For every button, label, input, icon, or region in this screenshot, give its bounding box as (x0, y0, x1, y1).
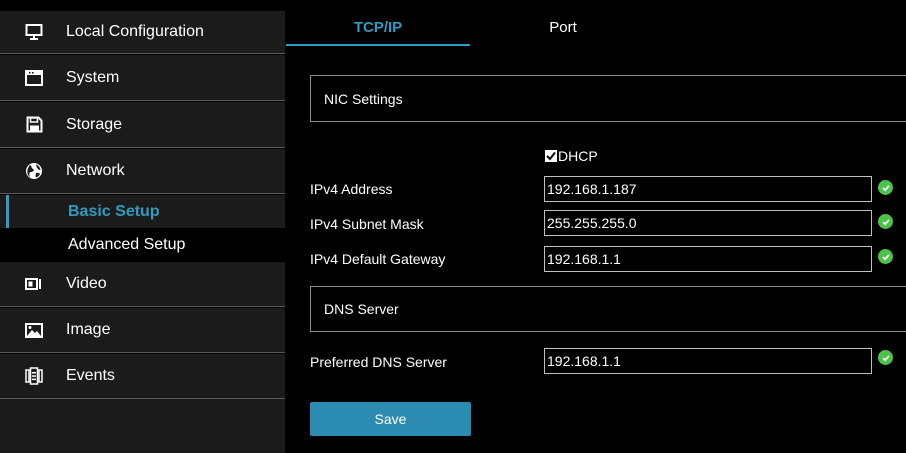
save-button[interactable]: Save (310, 402, 471, 436)
ipv4-subnet-label: IPv4 Subnet Mask (310, 216, 424, 232)
main-panel: TCP/IP Port NIC Settings DHCP IPv4 Addre… (286, 0, 906, 453)
sidebar-item-local-configuration[interactable]: Local Configuration (0, 11, 285, 54)
sidebar-item-events[interactable]: Events (0, 354, 285, 399)
events-list-icon (24, 366, 44, 386)
nic-settings-section: NIC Settings (310, 75, 906, 122)
sidebar-item-label: Network (66, 162, 125, 179)
dhcp-label: DHCP (558, 148, 598, 164)
sidebar-item-network[interactable]: Network (0, 149, 285, 194)
nic-settings-title: NIC Settings (324, 90, 403, 107)
sidebar-item-label: Image (66, 321, 111, 338)
sidebar-item-storage[interactable]: Storage (0, 102, 285, 148)
sidebar-subitem-label: Basic Setup (68, 202, 160, 220)
ipv4-address-label: IPv4 Address (310, 181, 393, 197)
sidebar-subitem-basic-setup[interactable]: Basic Setup (0, 195, 285, 228)
video-camera-icon (24, 274, 44, 294)
tab-port[interactable]: Port (470, 8, 656, 46)
sidebar-subitem-label: Advanced Setup (68, 236, 186, 253)
dns-server-section: DNS Server (310, 286, 906, 332)
sidebar-footer (0, 399, 285, 453)
valid-check-icon (878, 249, 893, 264)
sidebar-item-image[interactable]: Image (0, 308, 285, 353)
sidebar: Local Configuration System Storage Netwo… (0, 0, 285, 453)
image-icon (24, 320, 44, 340)
system-window-icon (24, 68, 44, 88)
sidebar-item-label: System (66, 68, 120, 86)
sidebar-subitem-advanced-setup[interactable]: Advanced Setup (0, 229, 285, 261)
sidebar-item-label: Storage (66, 115, 123, 133)
monitor-icon (24, 22, 44, 42)
sidebar-item-video[interactable]: Video (0, 262, 285, 307)
sidebar-item-label: Video (66, 275, 107, 292)
valid-check-icon (878, 350, 893, 365)
ipv4-subnet-input[interactable] (544, 210, 872, 236)
globe-icon (24, 161, 44, 181)
dhcp-checkbox[interactable]: DHCP (545, 148, 598, 164)
valid-check-icon (878, 214, 893, 229)
ipv4-gateway-label: IPv4 Default Gateway (310, 251, 446, 267)
checkbox-checked-icon (545, 150, 557, 162)
ipv4-gateway-input[interactable] (544, 246, 872, 272)
sidebar-item-system[interactable]: System (0, 55, 285, 101)
sidebar-item-label: Local Configuration (66, 23, 204, 40)
save-disk-icon (24, 115, 44, 135)
tab-tcpip[interactable]: TCP/IP (286, 8, 470, 46)
preferred-dns-label: Preferred DNS Server (310, 354, 447, 370)
preferred-dns-input[interactable] (544, 348, 872, 374)
dns-server-title: DNS Server (324, 301, 399, 317)
ipv4-address-input[interactable] (544, 176, 872, 202)
valid-check-icon (878, 180, 893, 195)
sidebar-item-label: Events (66, 367, 115, 384)
